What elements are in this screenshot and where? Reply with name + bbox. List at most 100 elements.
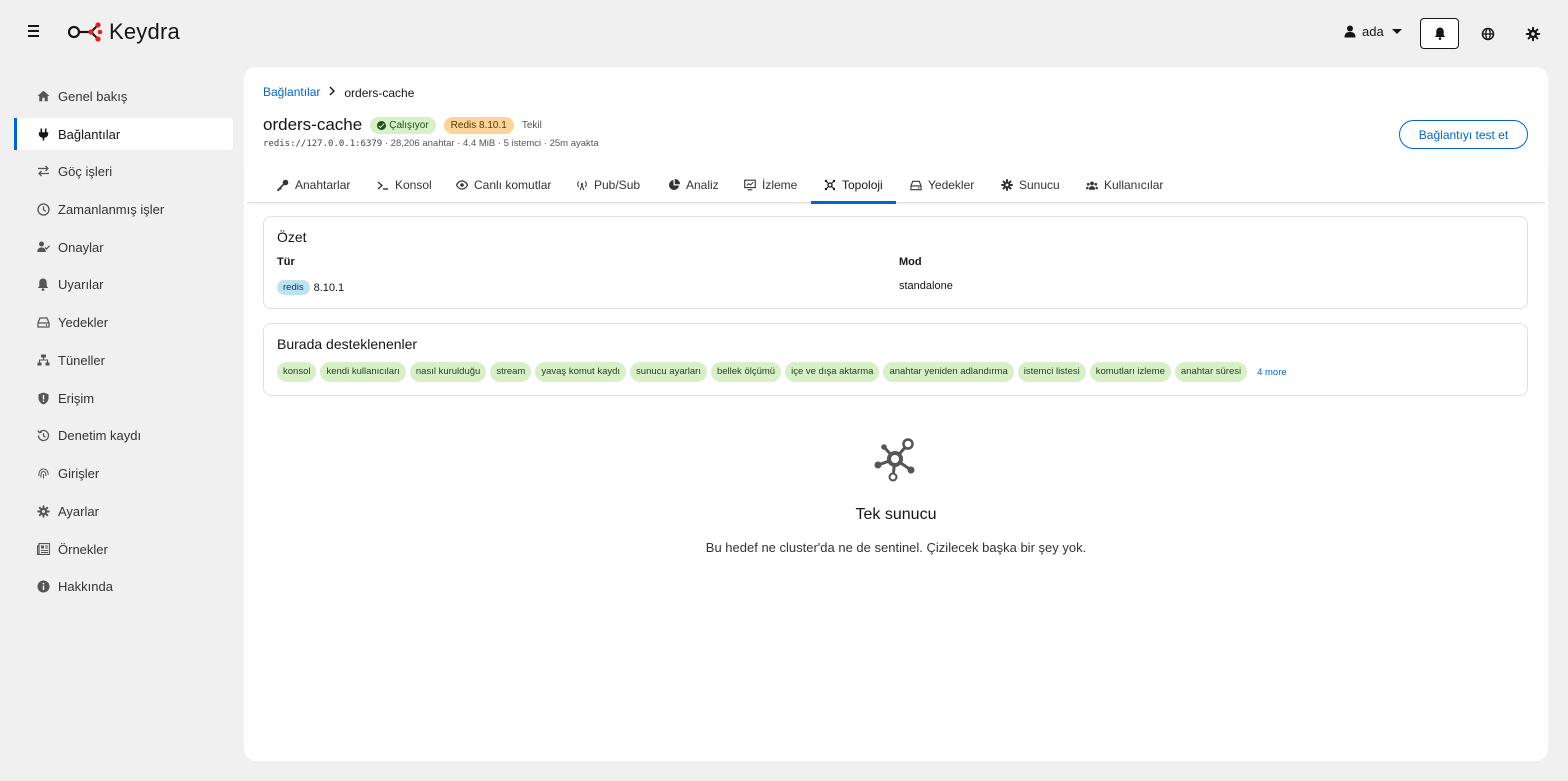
tab-analysis[interactable]: Analiz [668, 167, 719, 203]
terminal-icon [377, 179, 389, 191]
feature-chip: istemci listesi [1017, 362, 1086, 382]
type-version: 8.10.1 [313, 281, 345, 294]
feature-chip: içe ve dışa aktarma [785, 362, 880, 382]
tab-label: Analiz [686, 178, 719, 192]
sidebar-item-label: Denetim kaydı [58, 427, 142, 443]
test-connection-button[interactable]: Bağlantıyı test et [1399, 120, 1528, 149]
empty-state-text: Bu hedef ne cluster'da ne de sentinel. Ç… [705, 540, 1087, 555]
sidebar-item-audit-log[interactable]: Denetim kaydı [14, 419, 233, 451]
tab-label: Pub/Sub [594, 178, 641, 192]
tab-label: Sunucu [1019, 178, 1060, 192]
network-icon [36, 353, 50, 367]
sidebar-item-logins[interactable]: Girişler [14, 457, 233, 489]
tab-bar: Anahtarlar Konsol Canlı komutlar Pub/Sub… [247, 167, 1545, 204]
feature-chip: anahtar yeniden adlandırma [883, 362, 1014, 382]
feature-chip: sunucu ayarları [630, 362, 707, 382]
sidebar-item-label: Tüneller [58, 352, 105, 368]
sidebar-item-about[interactable]: Hakkında [14, 570, 233, 602]
tab-label: Topoloji [842, 178, 883, 192]
show-more-link[interactable]: 4 more [1257, 367, 1287, 378]
sidebar-item-label: Hakkında [58, 578, 113, 594]
feature-chip: yavaş komut kaydı [535, 362, 627, 382]
feature-chip: stream [490, 362, 532, 382]
notifications-button[interactable] [1420, 18, 1459, 49]
plug-icon [36, 127, 50, 141]
sidebar-item-label: Yedekler [58, 314, 109, 330]
hamburger-menu-icon[interactable] [28, 25, 44, 39]
chevron-right-icon [328, 86, 336, 99]
tab-keys[interactable]: Anahtarlar [277, 167, 350, 203]
connection-header: orders-cache Çalışıyor Redis 8.10.1 Teki… [263, 115, 542, 135]
tab-pubsub[interactable]: Pub/Sub [576, 167, 640, 203]
sidebar-item-alerts[interactable]: Uyarılar [14, 268, 233, 300]
tab-console[interactable]: Konsol [377, 167, 432, 203]
feature-chip-list: konsol kendi kullanıcıları nasıl kuruldu… [277, 362, 1287, 382]
feature-chip: komutları izleme [1089, 362, 1171, 382]
sidebar-item-label: Erişim [58, 390, 95, 406]
app-logo[interactable]: Keydra [67, 18, 180, 46]
top-bar: Keydra ada [0, 0, 1568, 66]
main-content: Bağlantılar orders-cache orders-cache Ça… [244, 67, 1548, 761]
connection-info: redis://127.0.0.1:6379 · 28,206 anahtar … [263, 138, 599, 149]
breadcrumb: Bağlantılar orders-cache [263, 85, 414, 100]
sidebar-item-label: Uyarılar [58, 276, 104, 292]
tab-monitoring[interactable]: İzleme [744, 167, 797, 203]
sidebar-item-label: Örnekler [58, 541, 108, 557]
sidebar-item-overview[interactable]: Genel bakış [14, 80, 233, 112]
sidebar-item-backups[interactable]: Yedekler [14, 306, 233, 338]
version-badge: Redis 8.10.1 [443, 116, 514, 134]
eye-icon [456, 179, 468, 191]
monitor-chart-icon [744, 179, 756, 191]
sidebar-item-connections[interactable]: Bağlantılar [14, 118, 233, 150]
tab-label: İzleme [762, 178, 798, 192]
feature-chip: konsol [277, 362, 317, 382]
tab-users[interactable]: Kullanıcılar [1086, 167, 1163, 203]
empty-state-title: Tek sunucu [855, 506, 937, 523]
shield-icon [36, 391, 50, 405]
user-icon [1344, 25, 1356, 38]
sidebar-item-tunnels[interactable]: Tüneller [14, 344, 233, 376]
mode-label: Mod [899, 256, 922, 268]
tab-label: Konsol [395, 178, 432, 192]
sidebar-item-label: Bağlantılar [58, 126, 121, 142]
tab-server[interactable]: Sunucu [1001, 167, 1060, 203]
app-name: Keydra [109, 19, 180, 44]
topology-icon [870, 435, 920, 483]
sidebar-item-label: Genel bakış [58, 88, 128, 104]
tab-topology[interactable]: Topoloji [811, 167, 896, 204]
sidebar-item-settings[interactable]: Ayarlar [14, 495, 233, 527]
sidebar-item-approvals[interactable]: Onaylar [14, 231, 233, 263]
supported-features-card: Burada desteklenenler konsol kendi kulla… [263, 323, 1528, 396]
sidebar-item-access[interactable]: Erişim [14, 382, 233, 414]
feature-chip: anahtar süresi [1174, 362, 1248, 382]
tab-live-commands[interactable]: Canlı komutlar [456, 167, 551, 203]
user-name: ada [1362, 24, 1384, 39]
tab-label: Canlı komutlar [474, 178, 552, 192]
language-button[interactable] [1478, 24, 1498, 44]
tab-label: Yedekler [928, 178, 975, 192]
newspaper-icon [36, 542, 50, 556]
chevron-down-icon [1391, 29, 1402, 34]
breadcrumb-connections-link[interactable]: Bağlantılar [263, 85, 320, 100]
bell-icon [36, 277, 50, 291]
tab-label: Anahtarlar [295, 178, 351, 192]
page-title: orders-cache [263, 115, 363, 134]
sidebar-item-scheduled-jobs[interactable]: Zamanlanmış işler [14, 193, 233, 225]
theme-settings-button[interactable] [1523, 24, 1543, 44]
supported-title: Burada desteklenenler [277, 336, 418, 352]
history-icon [36, 428, 50, 442]
breadcrumb-current: orders-cache [344, 85, 415, 100]
key-icon [277, 179, 289, 191]
sidebar-item-migrations[interactable]: Göç işleri [14, 155, 233, 187]
users-icon [1086, 179, 1098, 191]
user-menu[interactable]: ada [1344, 24, 1402, 39]
sidebar-item-examples[interactable]: Örnekler [14, 533, 233, 565]
type-chip: redis [277, 280, 310, 295]
tab-backups[interactable]: Yedekler [910, 167, 974, 203]
bell-icon [1434, 27, 1445, 40]
user-check-icon [36, 240, 50, 254]
info-icon [36, 579, 50, 593]
topology-icon [824, 179, 836, 191]
sidebar-item-label: Ayarlar [58, 503, 99, 519]
feature-chip: bellek ölçümü [710, 362, 782, 382]
